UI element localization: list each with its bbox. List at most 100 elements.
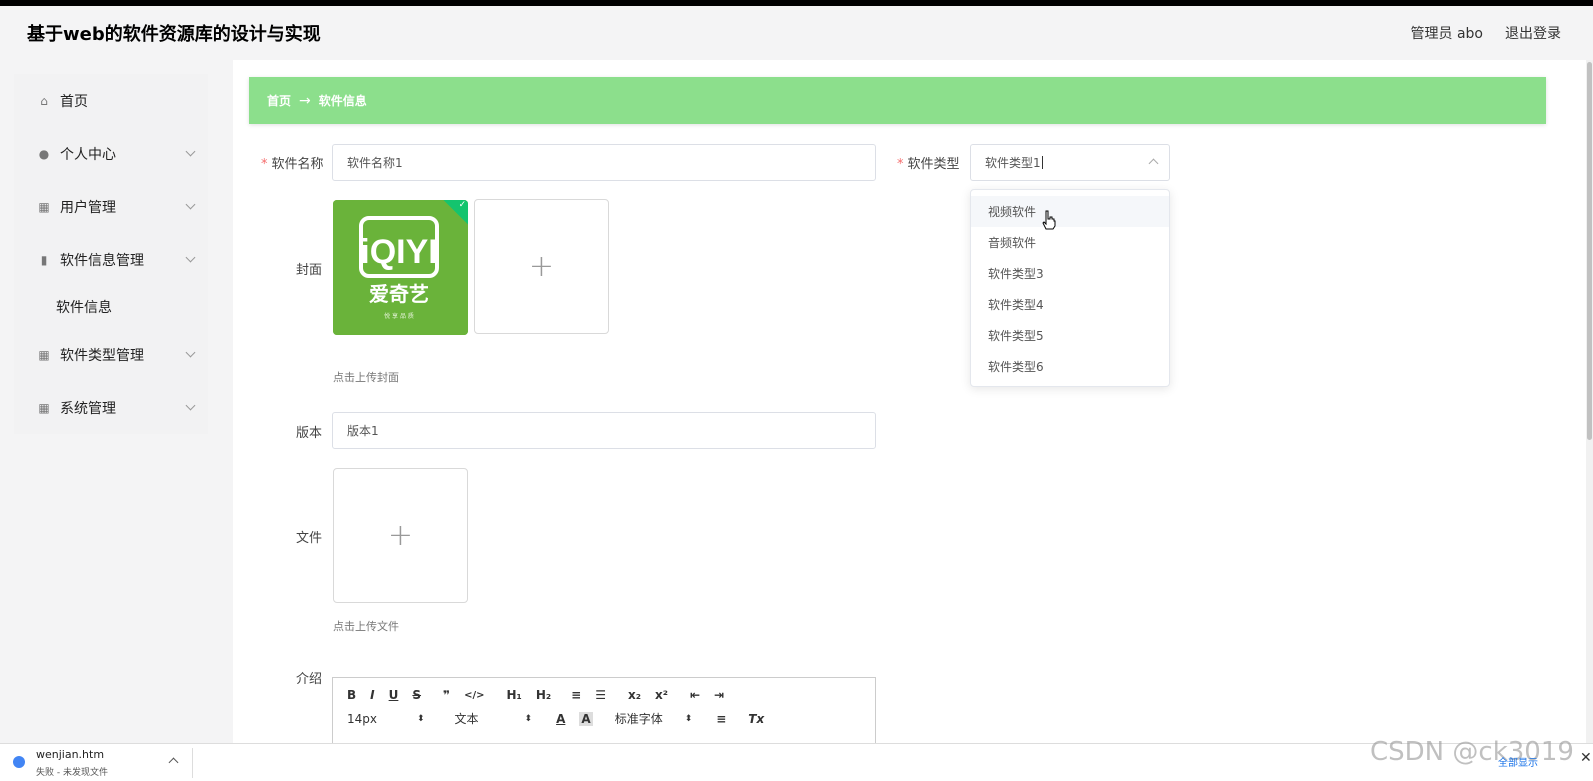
text-type-select[interactable]: 文本	[455, 710, 525, 727]
file-label: 文件	[296, 531, 323, 546]
sidebar: ⌂ 首页 ● 个人中心 ▦ 用户管理 ▮ 软件信息管理 软件信息 ▦ 软件类型管…	[14, 74, 208, 434]
sidebar-item-label: 首页	[60, 93, 88, 110]
updown-icon: ⬍	[417, 713, 425, 724]
indent-button[interactable]: ⇥	[714, 688, 724, 702]
sidebar-item-software-type-management[interactable]: ▦ 软件类型管理	[14, 328, 208, 381]
logout-button[interactable]: 退出登录	[1505, 23, 1561, 43]
file-upload-button[interactable]: +	[333, 468, 468, 603]
sidebar-item-label: 软件类型管理	[60, 347, 144, 364]
scrollbar-thumb[interactable]	[1587, 62, 1592, 440]
current-user-label[interactable]: 管理员 abo	[1411, 23, 1483, 43]
superscript-button[interactable]: x²	[655, 688, 668, 702]
software-type-select[interactable]: 软件类型1	[970, 144, 1170, 181]
editor-toolbar-row-2: 14px ⬍ 文本 ⬍ A A 标准字体 ⬍ ≡ Tx	[347, 710, 764, 727]
chevron-up-icon[interactable]	[168, 757, 179, 768]
close-icon[interactable]: ✕	[1580, 750, 1592, 766]
sidebar-item-user-management[interactable]: ▦ 用户管理	[14, 180, 208, 233]
chevron-down-icon	[185, 199, 196, 210]
code-button[interactable]: </>	[464, 690, 484, 701]
bg-color-button[interactable]: A	[579, 711, 593, 726]
header-actions: 管理员 abo 退出登录	[1411, 23, 1561, 43]
updown-icon: ⬍	[684, 713, 693, 724]
outdent-button[interactable]: ⇤	[690, 688, 700, 702]
cover-label: 封面	[296, 263, 323, 278]
dropdown-option[interactable]: 软件类型6	[971, 351, 1169, 382]
main-content: 首页 → 软件信息 * 软件名称 软件名称1 * 软件类型 软件类型1 封面 iQI…	[233, 60, 1593, 743]
align-button[interactable]: ≡	[716, 712, 726, 726]
font-size-select[interactable]: 14px	[347, 712, 417, 726]
sidebar-item-personal-center[interactable]: ● 个人中心	[14, 127, 208, 180]
sidebar-item-system-management[interactable]: ▦ 系统管理	[14, 381, 208, 434]
version-input[interactable]: 版本1	[332, 412, 876, 449]
heading2-button[interactable]: H₂	[536, 688, 551, 702]
italic-button[interactable]: I	[370, 688, 374, 702]
chevron-down-icon	[185, 146, 196, 157]
strike-button[interactable]: S	[412, 688, 421, 702]
software-type-value: 软件类型1	[985, 156, 1041, 170]
dropdown-option[interactable]: 视频软件	[971, 196, 1169, 227]
hand-cursor-icon	[1042, 210, 1056, 230]
rich-text-editor[interactable]: B I U S ❞ </> H₁ H₂ ≡ ☰ x₂ x² ⇤ ⇥ 14px ⬍…	[332, 677, 876, 743]
app-header: 基于web的软件资源库的设计与实现 管理员 abo 退出登录	[0, 6, 1593, 60]
svg-text:爱奇艺: 爱奇艺	[369, 282, 429, 306]
sidebar-item-label: 系统管理	[60, 400, 116, 417]
breadcrumb-arrow-icon: →	[299, 92, 311, 109]
chevron-down-icon	[185, 347, 196, 358]
updown-icon: ⬍	[524, 713, 533, 724]
app-title: 基于web的软件资源库的设计与实现	[27, 24, 321, 45]
chevron-up-icon	[1148, 158, 1159, 169]
version-label: 版本	[296, 426, 323, 441]
dropdown-option[interactable]: 软件类型3	[971, 258, 1169, 289]
home-icon: ⌂	[40, 93, 48, 108]
sidebar-item-software-info-management[interactable]: ▮ 软件信息管理	[14, 233, 208, 286]
font-color-button[interactable]: A	[556, 712, 565, 726]
bold-button[interactable]: B	[347, 688, 356, 702]
cover-upload-hint: 点击上传封面	[333, 371, 399, 384]
bullet-list-button[interactable]: ☰	[595, 688, 606, 702]
plus-icon: +	[387, 518, 414, 553]
table-icon: ▦	[38, 347, 50, 362]
quote-button[interactable]: ❞	[443, 688, 450, 702]
ordered-list-button[interactable]: ≡	[571, 688, 581, 702]
sidebar-subitem-software-info[interactable]: 软件信息	[14, 286, 208, 328]
cover-image-thumbnail[interactable]: iQIYI 爱奇艺 悦 享 品 质 ✓	[333, 200, 468, 335]
grid-icon: ▦	[38, 400, 50, 415]
grid-icon: ▦	[38, 199, 50, 214]
check-icon: ✓	[458, 200, 467, 210]
software-name-label: * 软件名称	[261, 157, 324, 172]
software-name-input[interactable]: 软件名称1	[332, 144, 876, 181]
download-filename[interactable]: wenjian.htm	[36, 748, 104, 761]
text-caret	[1041, 156, 1043, 169]
chevron-down-icon	[185, 400, 196, 411]
show-all-button[interactable]: 全部显示	[1498, 754, 1538, 769]
heading1-button[interactable]: H₁	[507, 688, 522, 702]
breadcrumb: 首页 → 软件信息	[249, 77, 1546, 124]
svg-text:iQIYI: iQIYI	[360, 233, 437, 271]
user-icon: ●	[38, 146, 50, 161]
clear-format-button[interactable]: Tx	[748, 712, 764, 726]
svg-text:悦 享 品 质: 悦 享 品 质	[384, 312, 414, 320]
chevron-down-icon	[185, 252, 196, 263]
sidebar-item-label: 个人中心	[60, 146, 116, 163]
sidebar-item-home[interactable]: ⌂ 首页	[14, 74, 208, 127]
watermark: CSDN @ck3019	[1370, 737, 1574, 767]
sidebar-item-label: 软件信息管理	[60, 252, 144, 269]
editor-toolbar-row-1: B I U S ❞ </> H₁ H₂ ≡ ☰ x₂ x² ⇤ ⇥	[347, 688, 738, 702]
subscript-button[interactable]: x₂	[628, 688, 641, 702]
underline-button[interactable]: U	[389, 688, 399, 702]
dropdown-option[interactable]: 音频软件	[971, 227, 1169, 258]
cover-upload-button[interactable]: +	[474, 199, 609, 334]
bar-chart-icon: ▮	[40, 252, 48, 267]
file-upload-hint: 点击上传文件	[333, 620, 399, 633]
breadcrumb-home[interactable]: 首页	[267, 92, 291, 109]
breadcrumb-current: 软件信息	[318, 94, 367, 108]
intro-label: 介绍	[296, 672, 323, 687]
dropdown-option[interactable]: 软件类型4	[971, 289, 1169, 320]
iqiyi-logo: iQIYI 爱奇艺 悦 享 品 质	[333, 200, 468, 335]
chrome-file-icon	[13, 756, 25, 768]
divider	[192, 748, 193, 778]
required-mark: *	[897, 157, 904, 172]
font-family-select[interactable]: 标准字体	[615, 710, 685, 727]
plus-icon: +	[528, 249, 555, 284]
dropdown-option[interactable]: 软件类型5	[971, 320, 1169, 351]
